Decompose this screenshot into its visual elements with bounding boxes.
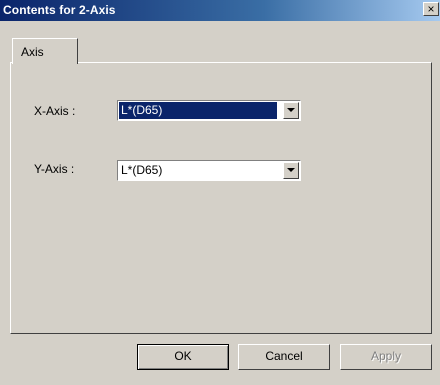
close-button[interactable]: × <box>423 2 439 16</box>
x-axis-select[interactable]: L*(D65) <box>117 100 301 121</box>
window-title: Contents for 2-Axis <box>3 3 116 17</box>
y-axis-select[interactable]: L*(D65) <box>117 160 301 181</box>
ok-button[interactable]: OK <box>137 344 229 370</box>
x-axis-dropdown-button[interactable] <box>283 102 299 119</box>
x-axis-label: X-Axis : <box>34 104 76 118</box>
title-bar[interactable]: Contents for 2-Axis × <box>0 0 440 21</box>
y-axis-select-value: L*(D65) <box>121 163 163 177</box>
tab-axis-label: Axis <box>21 45 44 59</box>
cancel-button[interactable]: Cancel <box>238 344 330 370</box>
y-axis-dropdown-button[interactable] <box>283 162 299 179</box>
x-axis-select-value: L*(D65) <box>119 102 277 119</box>
dialog-window: Contents for 2-Axis × Axis X-Axis : L*(D… <box>0 0 440 385</box>
apply-button[interactable]: Apply <box>340 344 432 370</box>
chevron-down-icon <box>287 168 295 172</box>
y-axis-label: Y-Axis : <box>34 162 75 176</box>
chevron-down-icon <box>287 108 295 112</box>
tab-axis[interactable]: Axis <box>12 38 78 64</box>
close-icon: × <box>427 2 435 16</box>
